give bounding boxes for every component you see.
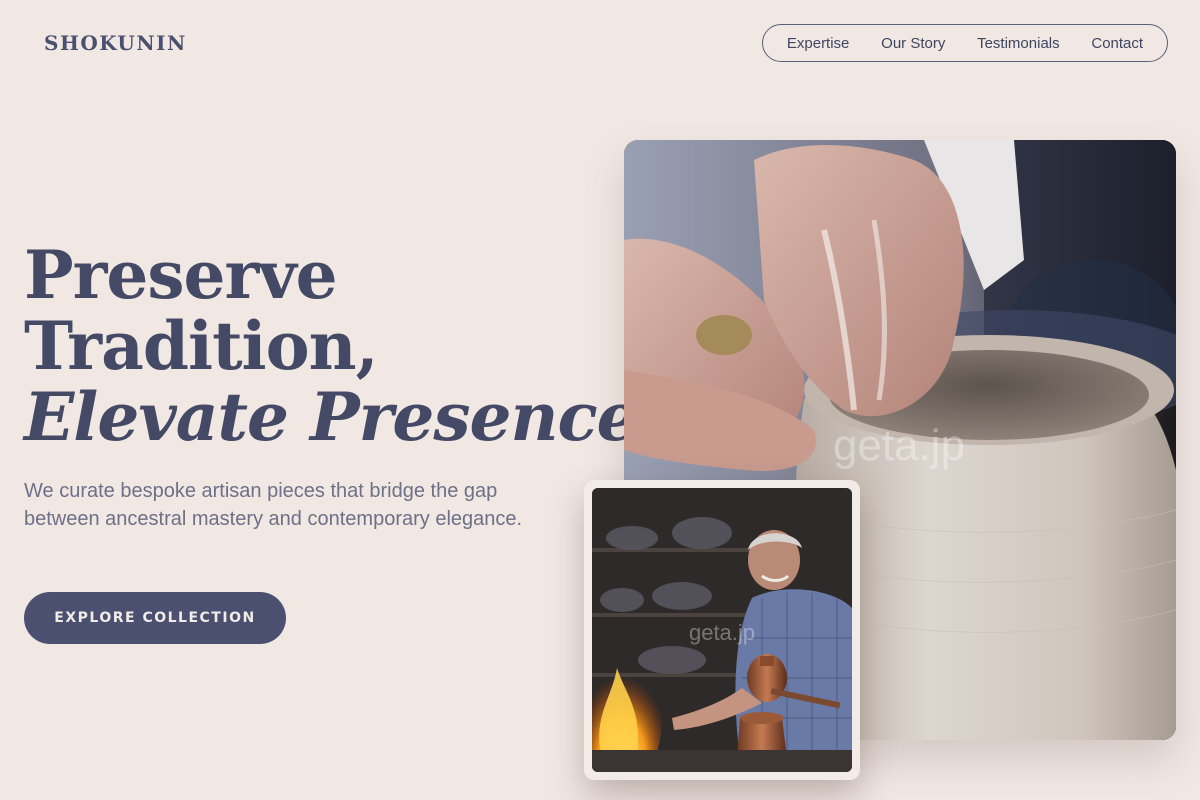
nav-link-our-story[interactable]: Our Story xyxy=(881,35,945,52)
secondary-photo-watermark: geta.jp xyxy=(689,620,755,645)
craftsman-photo-card: geta.jp xyxy=(584,480,860,780)
hero-headline: Preserve Tradition, Elevate Presence. xyxy=(24,236,661,456)
hero-subcopy: We curate bespoke artisan pieces that br… xyxy=(24,480,523,530)
nav-link-testimonials[interactable]: Testimonials xyxy=(977,35,1060,52)
explore-collection-button[interactable]: EXPLORE COLLECTION xyxy=(24,592,286,644)
nav-link-contact[interactable]: Contact xyxy=(1091,35,1143,52)
headline-line-2: Tradition, xyxy=(24,307,379,385)
main-nav: Expertise Our Story Testimonials Contact xyxy=(762,24,1168,62)
landing-page: SHOKUNIN Expertise Our Story Testimonial… xyxy=(0,0,1200,800)
craftsman-photo: geta.jp xyxy=(592,488,852,772)
headline-line-3: Elevate Presence. xyxy=(24,378,661,456)
craftsman-illustration: geta.jp xyxy=(592,488,852,772)
brand-logo[interactable]: SHOKUNIN xyxy=(44,31,187,55)
main-photo-watermark: geta.jp xyxy=(833,421,965,470)
nav-link-expertise[interactable]: Expertise xyxy=(787,35,850,52)
headline-line-1: Preserve xyxy=(24,236,338,314)
